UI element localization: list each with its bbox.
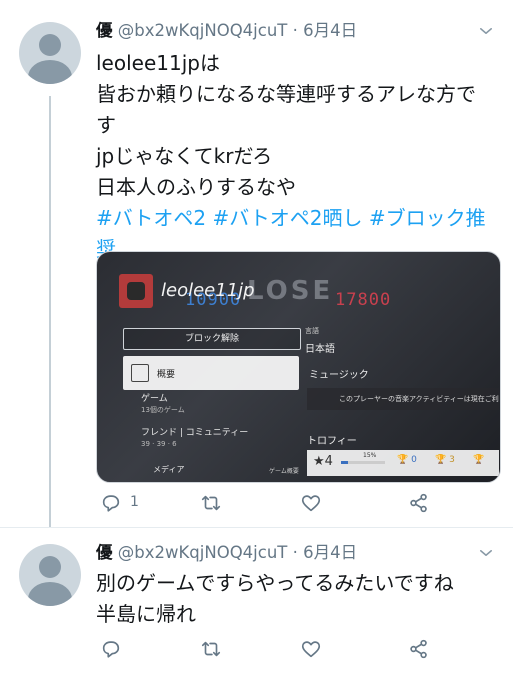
trophy-icon: 🏆 xyxy=(473,455,485,465)
profile-icon xyxy=(131,364,149,382)
hashtag-links[interactable]: #バトオペ2 #バトオペ2晒し #ブロック推 xyxy=(96,203,501,234)
attached-image[interactable]: LOSE 10900 17800 leolee11jp ブロック解除 概要 ゲー… xyxy=(96,251,501,483)
music-activity: このプレーヤーの音楽アクティビティーは現在ご利用 xyxy=(307,388,499,410)
like-icon xyxy=(301,495,321,512)
tweet-text: leolee11jpは 皆おか頼りになるな等連呼するアレな方で す jpじゃなく… xyxy=(96,48,501,265)
media-label: メディア xyxy=(153,465,185,474)
gold-trophy-count: 🏆 3 xyxy=(435,455,455,465)
trophy-percent: 15% xyxy=(363,452,377,459)
display-name[interactable]: 優 xyxy=(96,543,113,562)
caret-down-icon[interactable] xyxy=(477,22,495,40)
reply-icon xyxy=(102,641,120,658)
profile-label: 概要 xyxy=(157,370,176,380)
retweet-icon xyxy=(201,641,221,657)
reply-button[interactable]: 1 xyxy=(100,492,139,516)
games-label: ゲーム xyxy=(141,394,168,404)
trophy-progress xyxy=(341,461,385,464)
retweet-button[interactable] xyxy=(200,492,222,516)
games-row: ゲーム 13個のゲーム xyxy=(141,394,185,416)
thread-line xyxy=(49,96,51,528)
reply-icon xyxy=(102,495,120,512)
share-button[interactable] xyxy=(408,492,430,516)
default-avatar-icon[interactable] xyxy=(19,544,81,606)
reply-count: 1 xyxy=(130,494,139,510)
like-icon xyxy=(301,641,321,658)
language-value: 日本語 xyxy=(305,344,335,355)
player-name: leolee11jp xyxy=(161,280,255,301)
retweet-icon xyxy=(201,495,221,511)
game-list-label: ゲーム概要 xyxy=(269,468,299,475)
text-line: jpじゃなくてkrだろ xyxy=(96,144,273,168)
friends-row: フレンド | コミュニティー 39 · 39 · 6 xyxy=(141,428,248,450)
handle[interactable]: @bx2wKqjNOQ4jcuT xyxy=(118,21,288,40)
games-count: 13個のゲーム xyxy=(141,406,185,414)
text-line: 皆おか頼りになるな等連呼するアレな方で xyxy=(96,82,476,106)
reply-button[interactable] xyxy=(100,638,122,662)
retweet-button[interactable] xyxy=(200,638,222,662)
default-avatar-icon[interactable] xyxy=(19,22,81,84)
handle[interactable]: @bx2wKqjNOQ4jcuT xyxy=(118,543,288,562)
text-line: 別のゲームですらやってるみたいですね xyxy=(96,571,454,595)
tweet-actions xyxy=(96,638,501,662)
like-button[interactable] xyxy=(300,638,322,662)
trophy-bar: ★4 15% 🏆 0 🏆 3 🏆 xyxy=(307,450,499,476)
unblock-button: ブロック解除 xyxy=(123,328,301,350)
share-button[interactable] xyxy=(408,638,430,662)
music-label: ミュージック xyxy=(309,370,369,381)
text-line: 日本人のふりするなや xyxy=(96,175,296,199)
separator: · xyxy=(292,21,298,40)
trophy-level: ★4 xyxy=(313,454,333,469)
text-line: leolee11jpは xyxy=(96,51,220,75)
language-label: 言語 xyxy=(305,327,319,335)
profile-row: 概要 xyxy=(123,356,299,390)
share-icon xyxy=(410,639,427,659)
tweet-text: 別のゲームですらやってるみたいですね 半島に帰れ xyxy=(96,568,501,630)
tweet-date[interactable]: 6月4日 xyxy=(303,21,357,40)
tweet-actions: 1 xyxy=(96,492,501,516)
friends-counts: 39 · 39 · 6 xyxy=(141,440,177,448)
silver-trophy-count: 🏆 0 xyxy=(397,455,417,465)
display-name[interactable]: 優 xyxy=(96,21,113,40)
like-button[interactable] xyxy=(300,492,322,516)
tweet-date[interactable]: 6月4日 xyxy=(303,543,357,562)
tweet-header: 優 @bx2wKqjNOQ4jcuT · 6月4日 xyxy=(96,18,357,44)
tweet-divider xyxy=(0,527,513,528)
share-icon xyxy=(410,493,427,513)
trophy-label: トロフィー xyxy=(307,436,357,447)
score-right: 17800 xyxy=(335,290,392,310)
text-line: 半島に帰れ xyxy=(96,602,196,626)
separator: · xyxy=(292,543,298,562)
caret-down-icon[interactable] xyxy=(477,544,495,562)
tweet-header: 優 @bx2wKqjNOQ4jcuT · 6月4日 xyxy=(96,540,357,566)
player-avatar xyxy=(119,274,153,308)
friends-label: フレンド | コミュニティー xyxy=(141,428,249,438)
result-word: LOSE xyxy=(247,276,334,306)
text-line: す xyxy=(96,113,116,137)
